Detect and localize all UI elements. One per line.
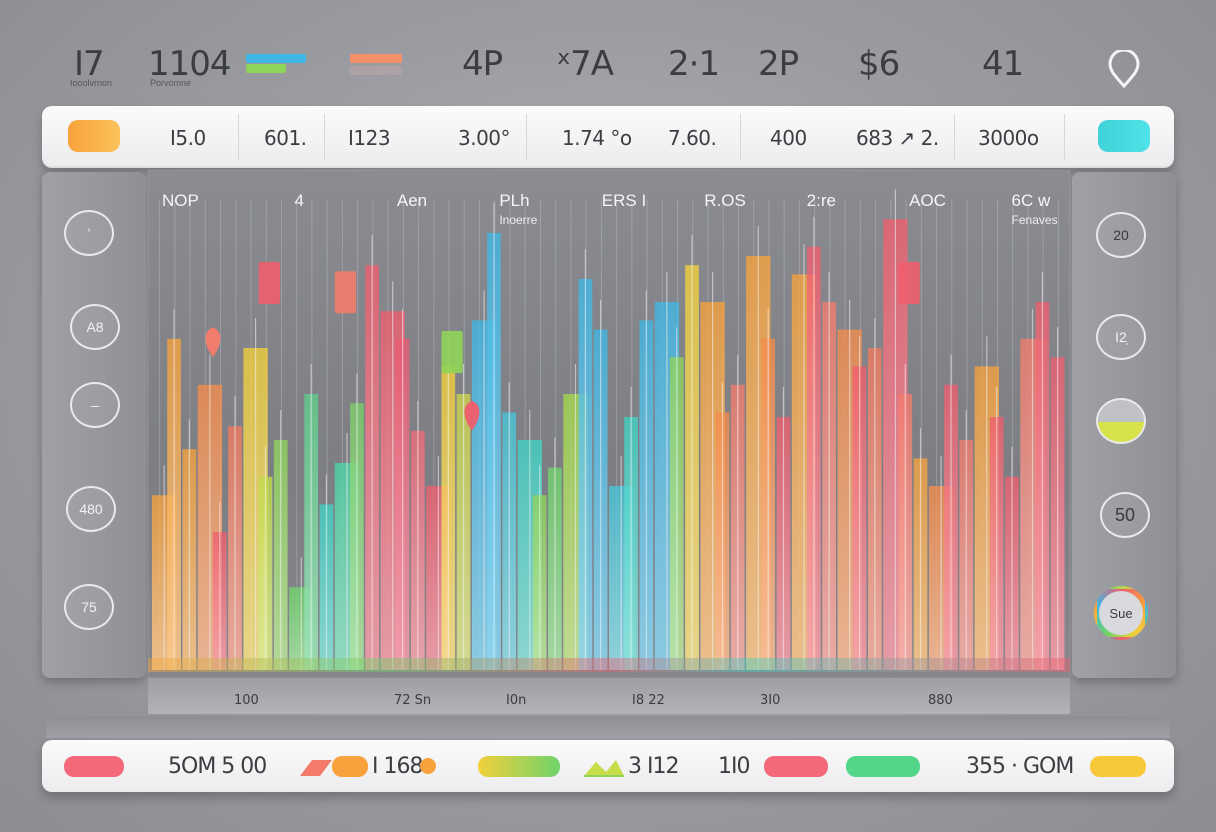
header-divider: [740, 114, 741, 160]
header-value-6: 7.60.: [668, 126, 717, 150]
x-axis-label-4: I8 22: [632, 693, 665, 708]
bottom-pill-green[interactable]: [846, 756, 920, 777]
top-stat-7: $6: [858, 44, 900, 84]
peak-cap: [441, 331, 463, 373]
drop-marker: [205, 327, 221, 358]
left-control-5[interactable]: 75: [64, 584, 114, 630]
header-divider: [526, 114, 527, 160]
top-stat-5: 2·1: [668, 44, 720, 84]
floor-glow: [148, 658, 1070, 672]
bottom-pill-orange[interactable]: [332, 756, 368, 777]
column-header-label: R.OS: [704, 191, 746, 210]
bottom-pill-pink[interactable]: [764, 756, 828, 777]
sparkline-icon: [300, 760, 332, 776]
legend-chip-orange: [350, 54, 402, 63]
header-divider: [1064, 114, 1065, 160]
column-header-sub: Fenaves: [1012, 213, 1058, 227]
header-value-7: 400: [770, 126, 807, 150]
x-axis-strip: 100 72 Sn I0n I8 22 3I0 880: [148, 678, 1070, 714]
left-control-panel: ’ A8 – 480 75: [42, 172, 146, 678]
column-header-label: 4: [294, 191, 303, 210]
x-axis-label-3: I0n: [506, 693, 527, 708]
column-header-label: 6C w: [1012, 191, 1051, 210]
right-gauge-toggle[interactable]: [1096, 398, 1146, 444]
top-stat-2-sub: Porvomne: [150, 78, 192, 88]
x-axis-label-5: 3I0: [760, 693, 781, 708]
bar-chart: NOP 4 Aen PLh Inoerre ERS I R.OS 2:re AOC 6C w Fen…: [148, 189, 1070, 672]
header-value-9: 3000o: [978, 126, 1039, 150]
top-stat-1-sub: Iooolvrnon: [70, 78, 113, 88]
legend-chip-muted: [350, 66, 402, 75]
header-value-3: I123: [348, 126, 391, 150]
bottom-value-1: 5OM 5 00: [168, 754, 267, 779]
right-control-1[interactable]: 20: [1096, 212, 1146, 258]
top-stat-8: 41: [982, 44, 1024, 84]
header-value-2: 601.: [264, 126, 307, 150]
header-divider: [324, 114, 325, 160]
mini-chart-icon: [584, 760, 624, 777]
chart-area: NOP 4 Aen PLh Inoerre ERS I R.OS 2:re AOC 6C w Fen…: [148, 170, 1070, 678]
peak-cap: [258, 262, 280, 304]
legend-chip-blue: [246, 54, 306, 63]
column-header-label: NOP: [162, 191, 199, 210]
bottom-pill-yellow-green[interactable]: [478, 756, 560, 777]
right-control-panel: 20 I2̩ 50 Sue: [1072, 172, 1176, 678]
left-control-1[interactable]: ’: [64, 210, 114, 256]
top-stat-3: 4P: [462, 44, 503, 84]
column-header-label: Aen: [397, 191, 427, 210]
header-pill-orange[interactable]: [68, 120, 120, 152]
bottom-dot-orange: [420, 758, 436, 774]
bottom-value-5: 355 · GOM: [966, 754, 1074, 779]
x-axis-label-6: 880: [928, 693, 953, 708]
right-color-dial-label: Sue: [1099, 591, 1143, 635]
right-control-4[interactable]: 50: [1100, 492, 1150, 538]
bar-series: [152, 189, 1065, 671]
column-header-label: 2:re: [807, 191, 836, 210]
peak-cap: [334, 271, 357, 314]
left-control-4[interactable]: 480: [66, 486, 116, 532]
x-axis-label-2: 72 Sn: [394, 693, 432, 708]
top-stat-6: 2P: [758, 44, 799, 84]
left-control-2[interactable]: A8: [70, 304, 120, 350]
bottom-scroll-track[interactable]: [46, 716, 1170, 738]
header-divider: [238, 114, 239, 160]
bottom-value-4: 1I0: [718, 754, 751, 779]
top-stat-4: ˣ7A: [556, 44, 614, 84]
x-axis-label-1: 100: [234, 693, 259, 708]
column-header-sub: Inoerre: [499, 213, 537, 227]
location-pin-icon[interactable]: [1106, 50, 1142, 90]
header-stats-bar: I5.0 601. I123 3.00° 1.74 °o 7.60. 400 6…: [42, 106, 1174, 168]
column-header-label: PLh: [499, 191, 529, 210]
header-value-5: 1.74 °o: [562, 126, 632, 150]
right-control-2[interactable]: I2̩: [1096, 314, 1146, 360]
column-header-label: ERS I: [602, 191, 646, 210]
right-color-dial[interactable]: Sue: [1094, 586, 1148, 640]
header-divider: [954, 114, 955, 160]
header-value-4: 3.00°: [458, 126, 511, 150]
bottom-value-2: I 168: [372, 754, 423, 779]
bottom-pill-yellow[interactable]: [1090, 756, 1146, 777]
header-pill-cyan[interactable]: [1098, 120, 1150, 152]
header-value-1: I5.0: [170, 126, 206, 150]
bottom-legend-bar: 5OM 5 00 I 168 3 I12 1I0 355 · GOM: [42, 740, 1174, 792]
bottom-pill-red[interactable]: [64, 756, 124, 777]
header-value-8: 683 ↗ 2.: [856, 126, 939, 150]
left-control-3[interactable]: –: [70, 382, 120, 428]
legend-chip-green: [246, 64, 286, 73]
column-header-label: AOC: [909, 191, 946, 210]
peak-cap: [898, 262, 920, 304]
bottom-value-3: 3 I12: [628, 754, 679, 779]
